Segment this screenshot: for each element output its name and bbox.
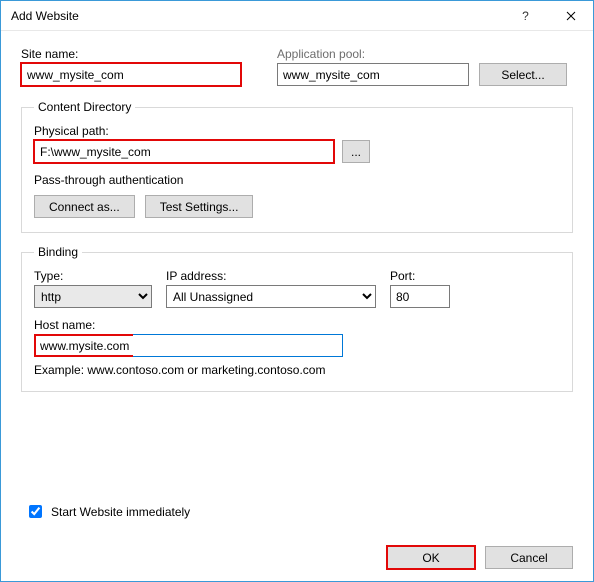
site-name-label: Site name: [21,47,241,61]
add-website-dialog: Add Website ? Site name: Application poo… [0,0,594,582]
app-pool-label: Application pool: [277,47,469,61]
close-button[interactable] [548,1,593,31]
close-icon [566,11,576,21]
port-input[interactable] [390,285,450,308]
select-app-pool-button[interactable]: Select... [479,63,567,86]
binding-group: Binding Type: http IP address: All Unass… [21,245,573,392]
start-immediately-row: Start Website immediately [25,502,190,521]
help-button[interactable]: ? [503,1,548,31]
type-select[interactable]: http [34,285,152,308]
binding-legend: Binding [34,245,82,259]
content-directory-group: Content Directory Physical path: ... Pas… [21,100,573,233]
ip-address-label: IP address: [166,269,376,283]
type-label: Type: [34,269,152,283]
titlebar: Add Website ? [1,1,593,31]
physical-path-label: Physical path: [34,124,560,138]
dialog-content: Site name: Application pool: Select... C… [1,31,593,404]
ellipsis-icon: ... [351,145,361,159]
test-settings-button[interactable]: Test Settings... [145,195,254,218]
start-immediately-label: Start Website immediately [51,505,190,519]
content-directory-legend: Content Directory [34,100,135,114]
cancel-button[interactable]: Cancel [485,546,573,569]
host-name-label: Host name: [34,318,560,332]
browse-path-button[interactable]: ... [342,140,370,163]
start-immediately-checkbox[interactable] [29,505,42,518]
physical-path-input[interactable] [34,140,334,163]
ok-button[interactable]: OK [387,546,475,569]
host-name-example: Example: www.contoso.com or marketing.co… [34,363,560,377]
connect-as-button[interactable]: Connect as... [34,195,135,218]
host-name-input[interactable] [133,334,343,357]
site-name-input[interactable] [21,63,241,86]
ip-address-select[interactable]: All Unassigned [166,285,376,308]
app-pool-input [277,63,469,86]
port-label: Port: [390,269,450,283]
window-title: Add Website [11,9,503,23]
host-name-value: www.mysite.com [34,334,133,357]
dialog-footer: OK Cancel [387,546,573,569]
pass-through-label: Pass-through authentication [34,173,560,187]
